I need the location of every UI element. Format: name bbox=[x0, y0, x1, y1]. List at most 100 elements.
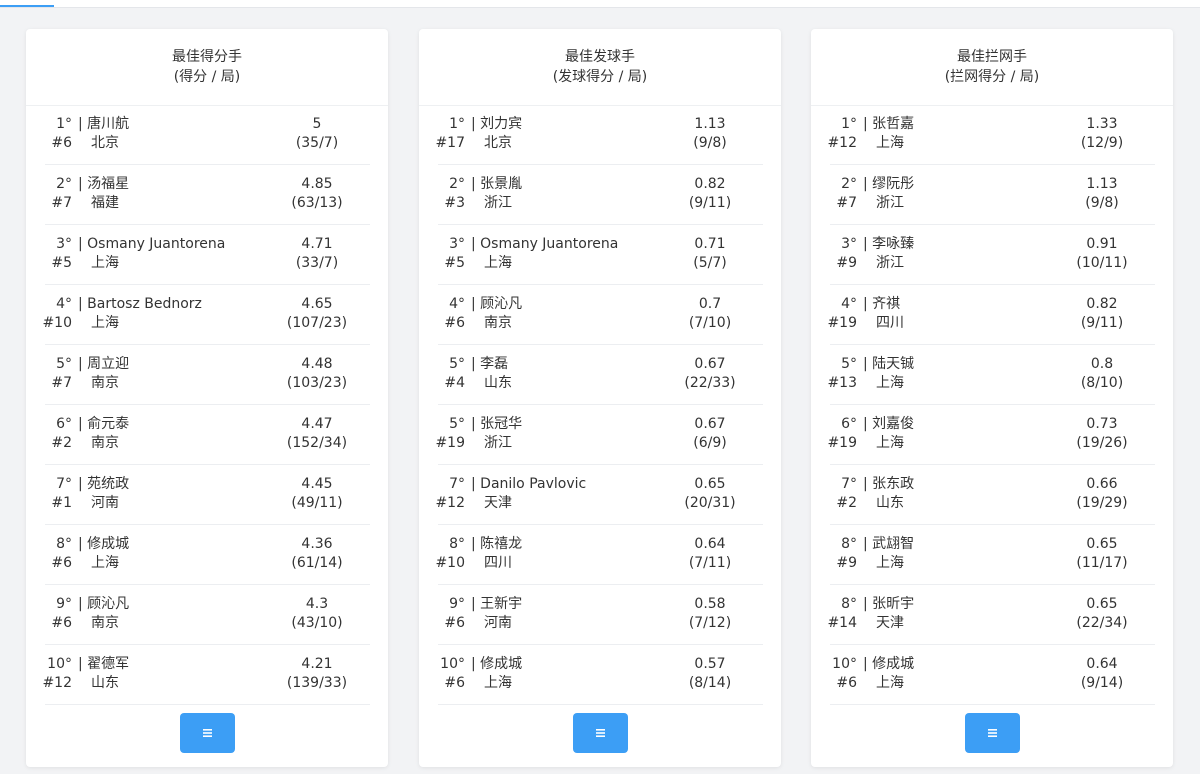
ranking-row[interactable]: 10° #6 | 修成城 上海 0.64 (9/14) bbox=[830, 645, 1155, 705]
player-rank: 5° bbox=[449, 356, 465, 372]
stat-ratio: (7/10) bbox=[688, 315, 732, 331]
player-number: #6 bbox=[51, 555, 72, 571]
ranking-row[interactable]: 6° #2 | 俞元泰 南京 4.47 (152/34) bbox=[45, 405, 370, 465]
player-rank: 3° bbox=[841, 236, 857, 252]
stat-ratio: (63/13) bbox=[291, 195, 343, 211]
leaderboard-card: 最佳拦网手 (拦网得分 / 局) 1° #12 | 张哲嘉 上海 1.33 (12/9) 2° #… bbox=[811, 29, 1173, 767]
ranking-row[interactable]: 5° #19 | 张冠华 浙江 0.67 (6/9) bbox=[435, 405, 763, 465]
player-number: #17 bbox=[435, 135, 465, 151]
card-subtitle: (发球得分 / 局) bbox=[552, 69, 648, 85]
stat-ratio: (22/34) bbox=[1076, 615, 1128, 631]
player-team: 南京 bbox=[484, 315, 512, 331]
player-number: #10 bbox=[42, 315, 72, 331]
ranking-row[interactable]: 3° #9 | 李咏臻 浙江 0.91 (10/11) bbox=[830, 225, 1155, 285]
player-number: #19 bbox=[827, 315, 857, 331]
stat-value: 0.58 bbox=[694, 596, 726, 612]
leaderboard-card: 最佳得分手 (得分 / 局) 1° #6 | 唐川航 北京 5 (35/7) 2° #7 | 汤福星… bbox=[26, 29, 388, 767]
stat-ratio: (7/11) bbox=[688, 555, 732, 571]
ranking-row[interactable]: 7° #1 | 苑统政 河南 4.45 (49/11) bbox=[45, 465, 370, 525]
ranking-row[interactable]: 10° #6 | 修成城 上海 0.57 (8/14) bbox=[438, 645, 763, 705]
ranking-row[interactable]: 8° #14 | 张昕宇 天津 0.65 (22/34) bbox=[827, 585, 1155, 645]
card-header: 最佳拦网手 (拦网得分 / 局) bbox=[811, 29, 1173, 106]
player-rank: 3° bbox=[56, 236, 72, 252]
ranking-row[interactable]: 3° #5 | Osmany Juantorena 上海 0.71 (5/7) bbox=[438, 225, 763, 285]
player-rank: 6° bbox=[56, 416, 72, 432]
ranking-row[interactable]: 3° #5 | Osmany Juantorena 上海 4.71 (33/7) bbox=[45, 225, 370, 285]
stat-ratio: (6/9) bbox=[693, 435, 727, 451]
ranking-list: 1° #12 | 张哲嘉 上海 1.33 (12/9) 2° #7 | 缪阮彤 浙江 1.13 (9/… bbox=[827, 105, 1155, 705]
player-team: 上海 bbox=[484, 255, 512, 271]
player-name: | 唐川航 bbox=[78, 116, 130, 132]
stat-ratio: (103/23) bbox=[286, 375, 348, 391]
player-team: 上海 bbox=[876, 555, 904, 571]
player-team: 南京 bbox=[91, 615, 119, 631]
stat-ratio: (35/7) bbox=[295, 135, 339, 151]
ranking-row[interactable]: 1° #17 | 刘力宾 北京 1.13 (9/8) bbox=[435, 105, 763, 165]
ranking-row[interactable]: 7° #2 | 张东政 山东 0.66 (19/29) bbox=[830, 465, 1155, 525]
stat-value: 0.67 bbox=[694, 416, 726, 432]
player-team: 上海 bbox=[876, 435, 904, 451]
stat-ratio: (22/33) bbox=[684, 375, 736, 391]
player-name: | Osmany Juantorena bbox=[78, 236, 226, 252]
ranking-row[interactable]: 8° #6 | 修成城 上海 4.36 (61/14) bbox=[45, 525, 370, 585]
ranking-row[interactable]: 10° #12 | 翟德军 山东 4.21 (139/33) bbox=[42, 645, 370, 705]
ranking-row[interactable]: 2° #3 | 张景胤 浙江 0.82 (9/11) bbox=[438, 165, 763, 225]
stat-ratio: (8/14) bbox=[688, 675, 732, 691]
stat-ratio: (10/11) bbox=[1076, 255, 1128, 271]
player-number: #6 bbox=[444, 615, 465, 631]
stat-ratio: (8/10) bbox=[1080, 375, 1124, 391]
stat-value: 0.8 bbox=[1090, 356, 1114, 372]
ranking-row[interactable]: 5° #4 | 李磊 山东 0.67 (22/33) bbox=[438, 345, 763, 405]
stat-ratio: (139/33) bbox=[286, 675, 348, 691]
stat-value: 5 bbox=[312, 116, 322, 132]
ranking-row[interactable]: 9° #6 | 顾沁凡 南京 4.3 (43/10) bbox=[45, 585, 370, 645]
stat-value: 4.71 bbox=[301, 236, 333, 252]
card-title: 最佳发球手 bbox=[565, 49, 635, 65]
player-number: #6 bbox=[836, 675, 857, 691]
player-name: | 周立迎 bbox=[78, 356, 130, 372]
player-team: 山东 bbox=[484, 375, 512, 391]
stat-ratio: (19/29) bbox=[1076, 495, 1128, 511]
player-name: | 李咏臻 bbox=[863, 236, 915, 252]
player-number: #12 bbox=[42, 675, 72, 691]
ranking-row[interactable]: 6° #19 | 刘嘉俊 上海 0.73 (19/26) bbox=[827, 405, 1155, 465]
stat-value: 1.33 bbox=[1086, 116, 1118, 132]
ranking-row[interactable]: 5° #7 | 周立迎 南京 4.48 (103/23) bbox=[45, 345, 370, 405]
player-rank: 5° bbox=[449, 416, 465, 432]
view-full-list-button[interactable] bbox=[965, 713, 1020, 753]
view-full-list-button[interactable] bbox=[180, 713, 235, 753]
stat-value: 0.82 bbox=[694, 176, 726, 192]
ranking-row[interactable]: 2° #7 | 缪阮彤 浙江 1.13 (9/8) bbox=[830, 165, 1155, 225]
player-name: | 修成城 bbox=[78, 536, 130, 552]
ranking-row[interactable]: 2° #7 | 汤福星 福建 4.85 (63/13) bbox=[45, 165, 370, 225]
view-full-list-button[interactable] bbox=[573, 713, 628, 753]
ranking-row[interactable]: 4° #10 | Bartosz Bednorz 上海 4.65 (107/23) bbox=[42, 285, 370, 345]
player-team: 四川 bbox=[484, 555, 512, 571]
player-number: #12 bbox=[435, 495, 465, 511]
ranking-row[interactable]: 4° #19 | 齐祺 四川 0.82 (9/11) bbox=[827, 285, 1155, 345]
stat-value: 4.48 bbox=[301, 356, 333, 372]
player-name: | 刘力宾 bbox=[471, 116, 523, 132]
player-rank: 1° bbox=[841, 116, 857, 132]
player-name: | 李磊 bbox=[471, 356, 509, 372]
ranking-row[interactable]: 8° #9 | 武翃智 上海 0.65 (11/17) bbox=[830, 525, 1155, 585]
ranking-row[interactable]: 9° #6 | 王新宇 河南 0.58 (7/12) bbox=[438, 585, 763, 645]
player-rank: 8° bbox=[841, 596, 857, 612]
stat-value: 4.3 bbox=[305, 596, 329, 612]
ranking-row[interactable]: 1° #6 | 唐川航 北京 5 (35/7) bbox=[45, 105, 370, 165]
ranking-row[interactable]: 7° #12 | Danilo Pavlovic 天津 0.65 (20/31) bbox=[435, 465, 763, 525]
player-number: #7 bbox=[836, 195, 857, 211]
player-rank: 8° bbox=[56, 536, 72, 552]
player-name: | 齐祺 bbox=[863, 296, 901, 312]
ranking-row[interactable]: 8° #10 | 陈禧龙 四川 0.64 (7/11) bbox=[435, 525, 763, 585]
stat-ratio: (7/12) bbox=[688, 615, 732, 631]
ranking-row[interactable]: 1° #12 | 张哲嘉 上海 1.33 (12/9) bbox=[827, 105, 1155, 165]
player-number: #13 bbox=[827, 375, 857, 391]
player-team: 北京 bbox=[91, 135, 119, 151]
ranking-row[interactable]: 4° #6 | 顾沁凡 南京 0.7 (7/10) bbox=[438, 285, 763, 345]
player-team: 南京 bbox=[91, 435, 119, 451]
player-number: #3 bbox=[444, 195, 465, 211]
stat-value: 0.64 bbox=[1086, 656, 1118, 672]
stat-ratio: (49/11) bbox=[291, 495, 343, 511]
ranking-row[interactable]: 5° #13 | 陆天铖 上海 0.8 (8/10) bbox=[827, 345, 1155, 405]
